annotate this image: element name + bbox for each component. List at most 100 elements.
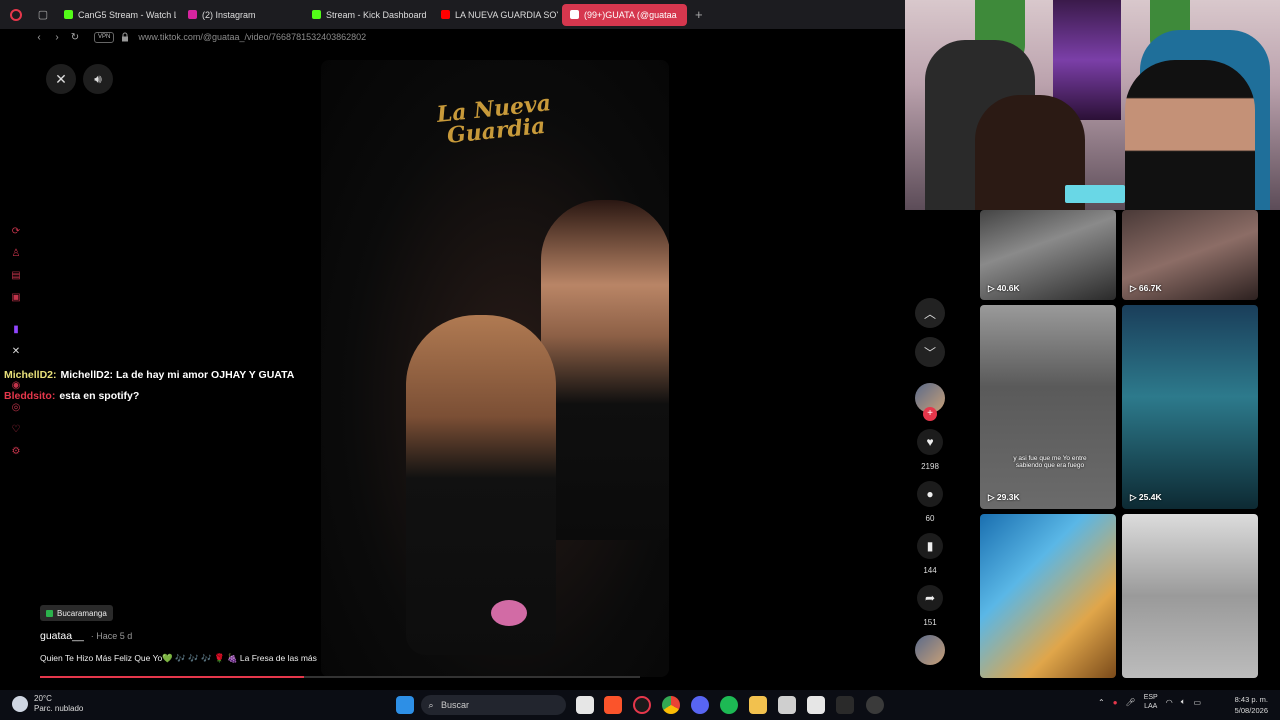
browser-tab-bar: ▢ CanG5 Stream - Watch Live (2) Instagra…	[0, 0, 905, 29]
chat-text: esta en spotify?	[59, 390, 140, 402]
video-progress-bar[interactable]	[40, 676, 640, 678]
clock-time: 8:43 p. m.	[1234, 695, 1268, 704]
twitch-icon[interactable]: ▮	[10, 323, 22, 335]
video-flower	[491, 600, 527, 626]
like-button[interactable]: ♥	[917, 429, 943, 455]
share-icon: ➦	[924, 591, 936, 605]
brave-icon[interactable]	[604, 696, 622, 714]
author-name[interactable]: guataa__	[40, 630, 84, 642]
back-icon[interactable]: ‹	[30, 32, 48, 43]
volume-button[interactable]: 🔊︎	[83, 64, 113, 94]
related-video-thumb[interactable]	[980, 514, 1116, 678]
video-person-left	[406, 315, 556, 655]
instagram-icon	[188, 10, 197, 19]
chevron-up-icon[interactable]: ⌃	[1098, 698, 1105, 707]
next-video-button[interactable]: ﹀	[915, 337, 945, 367]
chevron-up-icon: ︿	[923, 306, 936, 321]
comment-icon: ●	[926, 487, 934, 501]
lock-icon	[122, 32, 129, 42]
language-indicator[interactable]: ESP LAA	[1144, 693, 1158, 711]
weather-temp: 20°C	[34, 694, 52, 703]
clock-date: 5/08/2026	[1234, 706, 1268, 715]
chat-text: MichellD2: La de hay mi amor OJHAY Y GUA…	[60, 369, 295, 381]
view-count: ▷ 29.3K	[988, 492, 1020, 502]
search-icon: ⌕	[428, 699, 434, 710]
related-video-thumb[interactable]: ▷ 25.4K	[1122, 305, 1258, 509]
tab-instagram[interactable]: (2) Instagram	[180, 4, 300, 26]
tab-tiktok[interactable]: (99+)GUATA (@guataa	[562, 3, 687, 26]
sidebar-toggle-icon[interactable]: ▢	[32, 8, 54, 21]
related-video-thumb[interactable]: ▷ 40.6K	[980, 210, 1116, 300]
speaker-icon[interactable]: 🔈︎	[1181, 697, 1186, 707]
vpn-badge[interactable]: VPN	[94, 31, 115, 43]
heart-icon: ♥	[926, 435, 934, 449]
system-tray: ⌃ ● 🎤︎ ESP LAA ◠ 🔈︎ ▭	[1098, 693, 1201, 711]
stream-chat-overlay: MichellD2: MichellD2: La de hay mi amor O…	[4, 368, 294, 410]
tray-app-icon[interactable]: ●	[1113, 698, 1118, 707]
tab-kick-dashboard[interactable]: Stream - Kick Dashboard	[304, 4, 429, 26]
comment-count: 60	[925, 514, 935, 523]
video-logo: La Nueva Guardia	[435, 90, 553, 150]
save-button[interactable]: ▮	[917, 533, 943, 559]
related-videos-grid: ▷ 40.6K ▷ 66.7K y asi fue que me Yo entr…	[980, 210, 1260, 678]
related-video-thumb[interactable]: y asi fue que me Yo entre sabiendo que e…	[980, 305, 1116, 509]
webcam-overlay	[905, 0, 1280, 210]
store-icon[interactable]	[778, 696, 796, 714]
tab-label: (99+)GUATA (@guataa	[584, 9, 677, 20]
microphone-icon[interactable]: 🎤︎	[1126, 698, 1136, 707]
location-pin-icon	[46, 609, 53, 617]
weather-widget[interactable]: 20°C Parc. nublado	[12, 694, 83, 714]
battery-icon[interactable]: ▭	[1194, 698, 1202, 707]
close-icon: ✕	[55, 70, 67, 87]
heart-outline-icon[interactable]: ♡	[10, 423, 22, 435]
previous-video-button[interactable]: ︿	[915, 298, 945, 328]
chat-message: Bleddsito: esta en spotify?	[4, 389, 294, 410]
tab-kick-watch[interactable]: CanG5 Stream - Watch Live	[56, 4, 176, 26]
tab-label: Stream - Kick Dashboard	[326, 9, 427, 20]
history-icon[interactable]: ⟳	[10, 225, 22, 237]
thumb-caption: y asi fue que me Yo entre sabiendo que e…	[1013, 455, 1087, 469]
settings-icon[interactable]: ⚙	[10, 445, 22, 457]
file-explorer-icon[interactable]	[749, 696, 767, 714]
app-icon[interactable]	[836, 696, 854, 714]
task-view-icon[interactable]	[576, 696, 594, 714]
chrome-icon[interactable]	[662, 696, 680, 714]
app-icon[interactable]	[866, 696, 884, 714]
share-button[interactable]: ➦	[917, 585, 943, 611]
forward-icon[interactable]: ›	[48, 32, 66, 43]
related-video-thumb[interactable]	[1122, 514, 1258, 678]
location-text: Bucaramanga	[57, 608, 107, 618]
new-tab-button[interactable]: +	[689, 7, 709, 22]
opera-gx-icon[interactable]	[633, 696, 651, 714]
browser-logo-icon[interactable]	[0, 8, 32, 21]
view-count: ▷ 25.4K	[1130, 492, 1162, 502]
share-count: 151	[923, 618, 937, 627]
x-icon[interactable]: ✕	[10, 345, 22, 357]
discord-icon[interactable]	[691, 696, 709, 714]
app-icon[interactable]	[807, 696, 825, 714]
messenger-icon[interactable]: ▤	[10, 269, 22, 281]
tab-label: (2) Instagram	[202, 9, 256, 20]
chat-username: Bleddsito:	[4, 390, 56, 402]
wifi-icon[interactable]: ◠	[1166, 698, 1173, 707]
comment-button[interactable]: ●	[917, 481, 943, 507]
spotify-icon[interactable]	[720, 696, 738, 714]
related-video-thumb[interactable]: ▷ 66.7K	[1122, 210, 1258, 300]
author-row: guataa__ · Hace 5 d	[40, 630, 132, 642]
clock[interactable]: 8:43 p. m. 5/08/2026	[1228, 694, 1268, 716]
close-video-button[interactable]: ✕	[46, 64, 76, 94]
location-chip[interactable]: Bucaramanga	[40, 605, 113, 621]
taskbar-search[interactable]: ⌕ Buscar	[421, 695, 566, 715]
tab-youtube[interactable]: LA NUEVA GUARDIA SOY	[433, 4, 558, 26]
volume-icon: 🔊︎	[94, 71, 102, 86]
extensions-icon[interactable]: ♙	[10, 247, 22, 259]
music-disc-avatar[interactable]	[915, 635, 945, 665]
url-text[interactable]: www.tiktok.com/@guataa_/video/7668781532…	[138, 32, 366, 42]
webcam-light-box	[1065, 185, 1125, 203]
reload-icon[interactable]: ↻	[66, 32, 84, 43]
windows-start-icon[interactable]	[396, 696, 414, 714]
post-time: · Hace 5 d	[90, 631, 133, 641]
video-player[interactable]: La Nueva Guardia	[321, 60, 669, 677]
follow-plus-icon[interactable]: +	[923, 407, 937, 421]
app-icon[interactable]: ▣	[10, 291, 22, 303]
